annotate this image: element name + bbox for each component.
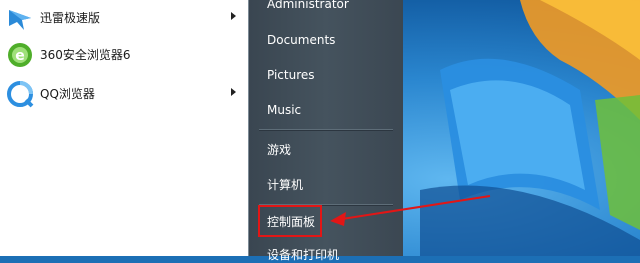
red-arrow-annotation xyxy=(330,195,491,226)
